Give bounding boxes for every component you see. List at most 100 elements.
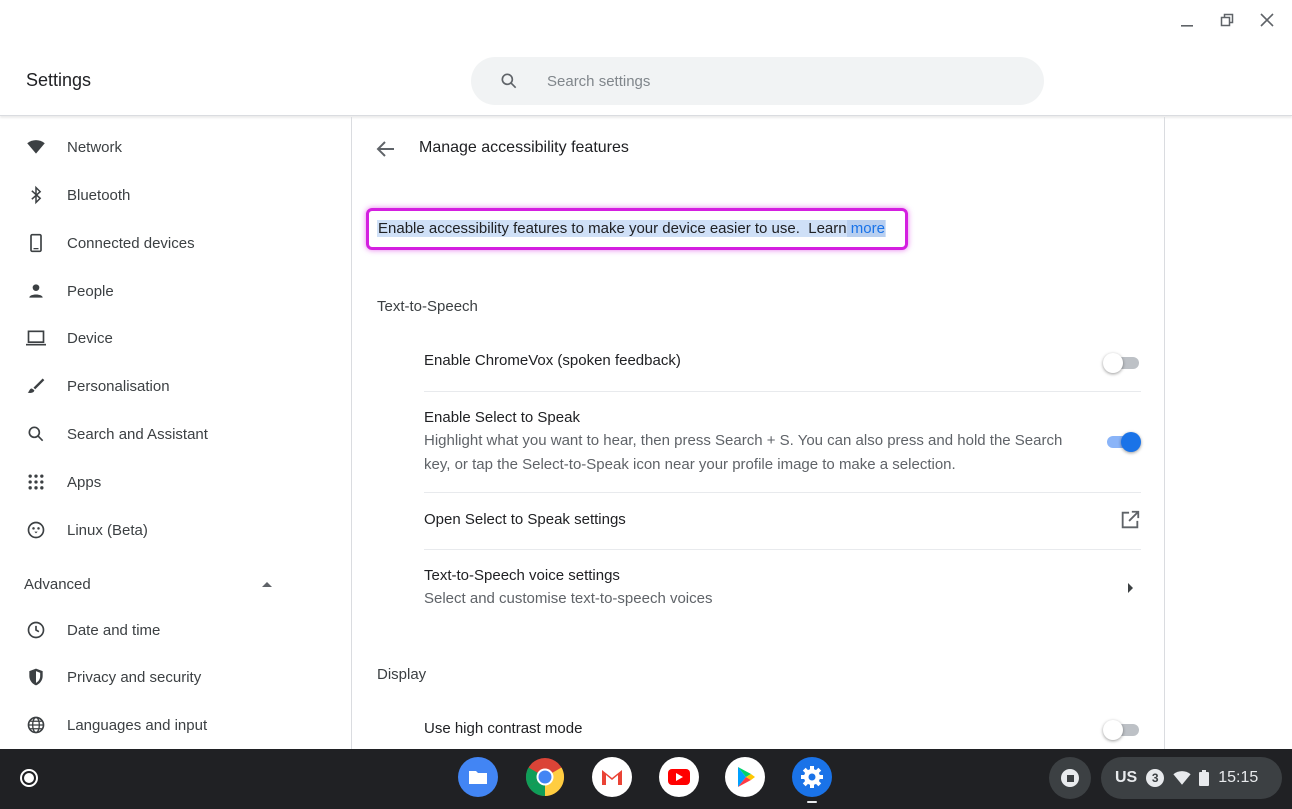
sidebar-item-bluetooth[interactable]: Bluetooth — [24, 175, 130, 215]
sidebar-item-date-time[interactable]: Date and time — [24, 610, 160, 650]
row-label: Enable Select to Speak — [424, 409, 580, 426]
wifi-icon — [24, 135, 48, 159]
close-icon — [1260, 13, 1274, 27]
search-icon — [24, 422, 48, 446]
play-store-app-icon[interactable] — [725, 757, 765, 797]
laptop-icon — [24, 326, 48, 350]
row-label: Enable ChromeVox (spoken feedback) — [424, 352, 681, 369]
launcher-icon — [20, 769, 38, 787]
keyboard-layout-indicator: US — [1115, 769, 1138, 786]
sidebar-item-label: Linux (Beta) — [67, 521, 148, 539]
advanced-toggle[interactable]: Advanced — [24, 570, 276, 598]
row-high-contrast[interactable]: Use high contrast mode — [424, 701, 1141, 749]
battery-icon — [1199, 770, 1210, 786]
sidebar-item-label: Languages and input — [67, 716, 208, 734]
restore-icon — [1220, 13, 1234, 27]
sidebar-item-label: Connected devices — [67, 234, 195, 252]
row-label: Open Select to Speak settings — [424, 511, 626, 528]
sidebar-item-personalisation[interactable]: Personalisation — [24, 366, 170, 406]
sidebar-item-device[interactable]: Device — [24, 318, 113, 358]
bluetooth-icon — [24, 183, 48, 207]
description-text: Enable accessibility features to make yo… — [377, 220, 886, 237]
back-arrow-icon[interactable] — [374, 137, 398, 161]
minimize-icon — [1181, 25, 1193, 27]
section-title-display: Display — [377, 666, 427, 683]
clock: 15:15 — [1218, 769, 1259, 786]
running-indicator — [807, 801, 817, 803]
search-icon — [501, 73, 517, 89]
sidebar-item-label: Apps — [67, 473, 102, 491]
screen-capture-stop-button[interactable] — [1049, 757, 1091, 799]
sidebar-item-label: Device — [67, 329, 113, 347]
toggle-knob — [1103, 353, 1123, 373]
select-to-speak-toggle[interactable] — [1103, 432, 1141, 452]
row-sublabel-line2: key, or tap the Select-to-Speak icon nea… — [424, 456, 956, 473]
toggle-knob — [1121, 432, 1141, 452]
clock-icon — [24, 618, 48, 642]
sidebar-item-search-assistant[interactable]: Search and Assistant — [24, 414, 208, 454]
description-sentence: Enable accessibility features to make yo… — [378, 220, 800, 237]
row-enable-select-to-speak[interactable]: Enable Select to Speak Highlight what yo… — [424, 392, 1141, 493]
close-button[interactable] — [1256, 9, 1278, 31]
row-sublabel: Select and customise text-to-speech voic… — [424, 590, 713, 607]
sidebar-item-languages-input[interactable]: Languages and input — [24, 705, 207, 745]
person-icon — [24, 279, 48, 303]
phone-icon — [24, 231, 48, 255]
settings-app-icon[interactable] — [792, 757, 832, 797]
high-contrast-toggle[interactable] — [1103, 720, 1141, 740]
row-sublabel-line1: Highlight what you want to hear, then pr… — [424, 432, 1063, 449]
shield-icon — [24, 665, 48, 689]
files-app-icon[interactable] — [458, 757, 498, 797]
page-title: Manage accessibility features — [419, 139, 629, 156]
advanced-label: Advanced — [24, 575, 91, 593]
shelf: US 3 15:15 — [0, 749, 1292, 809]
settings-window: Settings Network Bluetooth Connected dev… — [0, 0, 1292, 749]
sidebar-item-label: Privacy and security — [67, 668, 202, 686]
learn-more-link-part1[interactable]: Learn — [808, 220, 846, 237]
row-enable-chromevox[interactable]: Enable ChromeVox (spoken feedback) — [424, 334, 1141, 392]
wifi-icon — [1173, 771, 1191, 785]
learn-more-link-part2: more — [850, 220, 885, 237]
chevron-right-icon[interactable] — [1128, 583, 1133, 593]
sidebar: Network Bluetooth Connected devices Peop… — [0, 117, 350, 749]
sidebar-item-privacy-security[interactable]: Privacy and security — [24, 657, 201, 697]
window-controls — [1176, 8, 1278, 32]
row-sublabel: Highlight what you want to hear, then pr… — [424, 429, 1084, 477]
brush-icon — [24, 374, 48, 398]
sidebar-item-network[interactable]: Network — [24, 127, 122, 167]
learn-more-link[interactable]: more — [846, 220, 885, 237]
settings-header: Settings — [0, 40, 1292, 116]
sidebar-item-connected-devices[interactable]: Connected devices — [24, 223, 195, 263]
sidebar-item-label: Search and Assistant — [67, 425, 208, 443]
sidebar-item-label: People — [67, 282, 114, 300]
main-panel: Manage accessibility features Enable acc… — [351, 117, 1165, 749]
gmail-app-icon[interactable] — [592, 757, 632, 797]
notification-count-badge: 3 — [1146, 769, 1165, 787]
minimize-button[interactable] — [1176, 9, 1198, 31]
stop-icon — [1061, 769, 1079, 787]
row-label: Use high contrast mode — [424, 720, 583, 737]
caret-up-icon — [262, 581, 272, 587]
launcher-button[interactable] — [14, 763, 44, 793]
penguin-icon — [24, 518, 48, 542]
sidebar-item-linux[interactable]: Linux (Beta) — [24, 510, 148, 550]
sidebar-item-people[interactable]: People — [24, 271, 114, 311]
sidebar-item-label: Network — [67, 138, 123, 156]
section-title-text-to-speech: Text-to-Speech — [377, 298, 478, 315]
status-area[interactable]: US 3 15:15 — [1101, 757, 1282, 799]
toggle-knob — [1103, 720, 1123, 740]
sidebar-item-label: Bluetooth — [67, 186, 131, 204]
row-open-select-to-speak-settings[interactable]: Open Select to Speak settings — [424, 493, 1141, 550]
row-tts-voice-settings[interactable]: Text-to-Speech voice settings Select and… — [424, 550, 1141, 620]
chrome-app-icon[interactable] — [525, 757, 565, 797]
chromevox-toggle[interactable] — [1103, 353, 1141, 373]
search-box[interactable] — [471, 57, 1044, 105]
apps-grid-icon — [24, 470, 48, 494]
external-link-icon[interactable] — [1119, 509, 1141, 531]
search-input[interactable] — [547, 72, 1007, 90]
youtube-app-icon[interactable] — [659, 757, 699, 797]
sidebar-item-label: Date and time — [67, 621, 161, 639]
sidebar-item-apps[interactable]: Apps — [24, 462, 101, 502]
sidebar-item-label: Personalisation — [67, 377, 170, 395]
restore-button[interactable] — [1216, 9, 1238, 31]
